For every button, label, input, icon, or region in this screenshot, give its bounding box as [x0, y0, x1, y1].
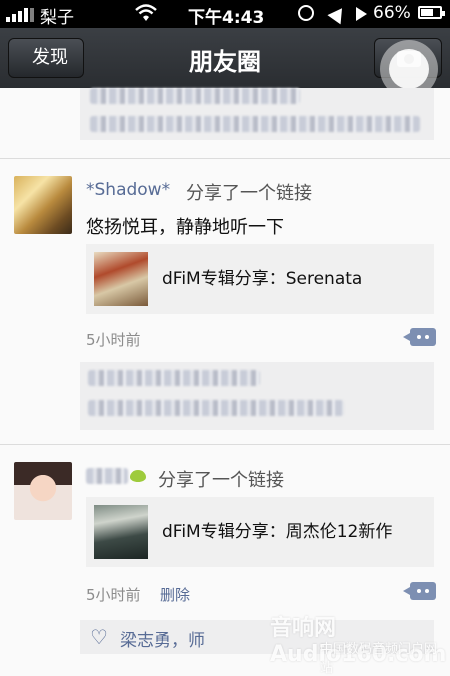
status-bar: 梨子 下午4:43 66% — [0, 0, 450, 28]
post-text: 悠扬悦耳，静静地听一下 — [86, 217, 284, 238]
leaf-emoji-icon — [130, 470, 146, 482]
post-action: 分享了一个链接 — [186, 183, 312, 204]
post-time: 5小时前 — [86, 586, 141, 604]
post-action: 分享了一个链接 — [158, 470, 284, 491]
avatar[interactable] — [14, 176, 72, 234]
post-time: 5小时前 — [86, 331, 141, 349]
username[interactable]: *Shadow* — [86, 180, 170, 200]
blurred-comment — [90, 116, 420, 132]
play-icon — [356, 7, 367, 21]
album-thumbnail — [94, 505, 148, 559]
post-divider — [0, 158, 450, 159]
comment-box — [80, 362, 434, 430]
location-icon — [327, 3, 349, 25]
link-title: dFiM专辑分享：Serenata — [162, 269, 363, 289]
link-card[interactable]: dFiM专辑分享：周杰伦12新作 — [86, 497, 434, 567]
comment-icon[interactable] — [403, 582, 436, 600]
blurred-comment — [88, 370, 260, 386]
album-thumbnail — [94, 252, 148, 306]
watermark: 音响网 Audio160.com 中国数码音频门户网站 — [270, 610, 446, 676]
link-card[interactable]: dFiM专辑分享：Serenata — [86, 244, 434, 314]
delete-link[interactable]: 删除 — [160, 584, 190, 605]
watermark-subtitle: 中国数码音频门户网站 — [320, 642, 438, 676]
clock: 下午4:43 — [188, 8, 265, 28]
carrier-name: 梨子 — [40, 8, 74, 28]
blurred-comment — [90, 88, 300, 104]
rotation-lock-icon — [298, 5, 314, 21]
like-names[interactable]: 梁志勇，师 — [120, 626, 205, 651]
avatar[interactable] — [14, 462, 72, 520]
comment-box — [80, 88, 434, 140]
wifi-icon — [135, 4, 157, 21]
battery-icon — [418, 6, 445, 19]
comment-icon[interactable] — [403, 328, 436, 346]
blurred-comment — [88, 400, 344, 416]
battery-percent: 66% — [373, 3, 411, 23]
post-divider — [0, 444, 450, 445]
link-title: dFiM专辑分享：周杰伦12新作 — [162, 522, 393, 542]
signal-icon — [6, 8, 36, 22]
heart-icon: ♡ — [90, 625, 108, 649]
blurred-username — [86, 468, 128, 484]
nav-bar: 发现 朋友圈 — [0, 28, 450, 98]
